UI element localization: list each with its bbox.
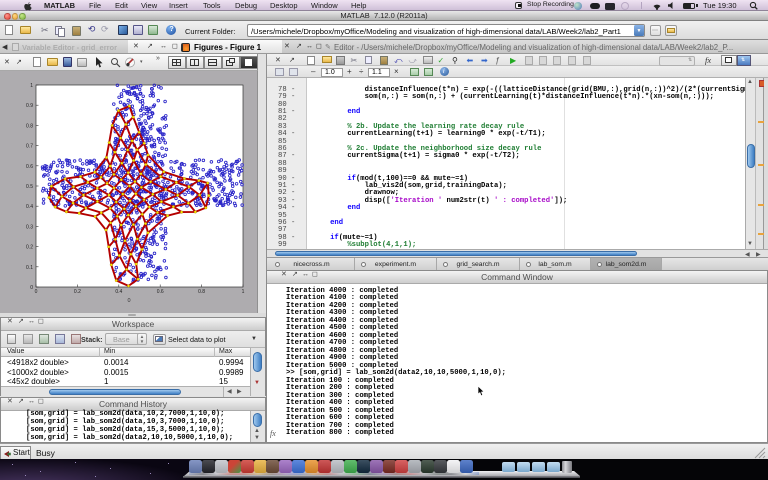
svg-text:0.2: 0.2 xyxy=(26,245,33,251)
svg-text:0.6: 0.6 xyxy=(157,289,164,295)
svg-text:0.8: 0.8 xyxy=(198,289,205,295)
svg-text:0.8: 0.8 xyxy=(26,123,33,129)
svg-text:0.3: 0.3 xyxy=(26,224,33,230)
svg-text:0.4: 0.4 xyxy=(26,204,33,210)
svg-text:0.5: 0.5 xyxy=(26,184,33,190)
svg-text:1: 1 xyxy=(242,289,245,295)
svg-text:0: 0 xyxy=(35,289,38,295)
svg-text:0.9: 0.9 xyxy=(26,103,33,109)
svg-text:0.4: 0.4 xyxy=(115,289,122,295)
svg-text:0.7: 0.7 xyxy=(26,144,33,150)
svg-text:0.1: 0.1 xyxy=(26,265,33,271)
svg-text:0: 0 xyxy=(127,298,130,304)
svg-text:1: 1 xyxy=(30,83,33,89)
svg-text:0.6: 0.6 xyxy=(26,164,33,170)
svg-text:0: 0 xyxy=(30,285,33,291)
svg-text:0.2: 0.2 xyxy=(74,289,81,295)
